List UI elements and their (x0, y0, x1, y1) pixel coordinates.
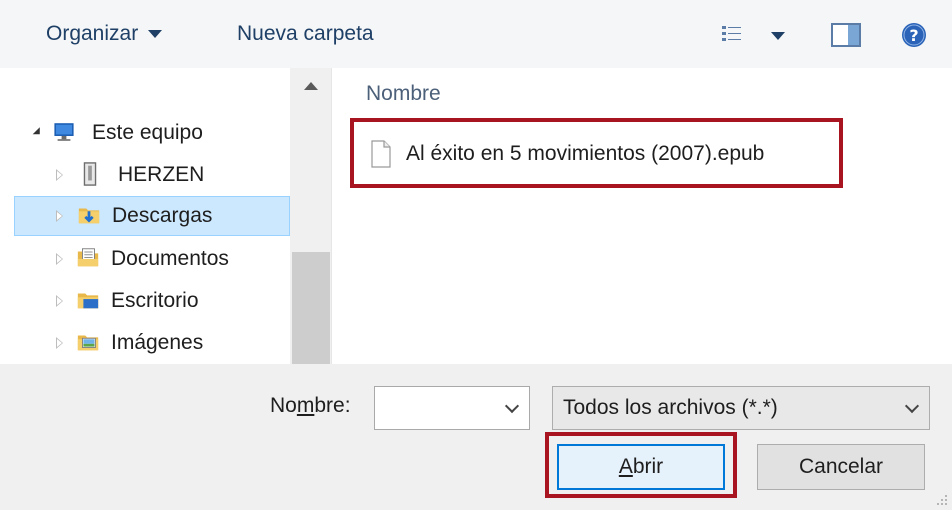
desktop-folder-icon (77, 293, 99, 309)
change-view-button[interactable] (721, 22, 791, 48)
toolbar: Organizar Nueva carpeta ? (0, 0, 952, 68)
highlight-box (545, 432, 737, 498)
nav-item-desktop[interactable]: Escritorio (0, 282, 290, 320)
preview-pane-button[interactable] (830, 22, 862, 48)
filename-input[interactable] (374, 386, 530, 430)
nav-item-documents[interactable]: Documentos (0, 240, 290, 278)
resize-grip-icon[interactable] (936, 494, 948, 506)
new-folder-label: Nueva carpeta (237, 22, 374, 45)
scrollbar-thumb[interactable] (292, 252, 330, 364)
cancel-button[interactable]: Cancelar (757, 444, 925, 490)
nav-item-herzen[interactable]: HERZEN (0, 156, 290, 194)
collapsed-arrow-icon[interactable] (56, 253, 63, 265)
scroll-up-arrow-icon[interactable] (304, 82, 318, 90)
computer-icon (54, 123, 74, 141)
help-icon: ? (902, 23, 926, 47)
drive-icon (83, 162, 97, 186)
nav-item-pictures[interactable]: Imágenes (0, 324, 290, 362)
nav-item-label: Este equipo (92, 121, 203, 144)
filetype-select[interactable]: Todos los archivos (*.*) (552, 386, 930, 430)
preview-pane-icon (831, 23, 861, 47)
chevron-down-icon (148, 30, 163, 38)
expanded-arrow-icon[interactable] (32, 127, 44, 138)
help-button[interactable]: ? (899, 20, 929, 50)
pictures-folder-icon (77, 335, 99, 351)
svg-text:?: ? (909, 26, 918, 45)
dialog-footer: Nombre: Todos los archivos (*.*) Abrir C… (0, 364, 952, 510)
filename-label-accelerator: m (296, 394, 315, 417)
highlight-box (350, 118, 843, 188)
collapsed-arrow-icon[interactable] (56, 295, 63, 307)
nav-scrollbar[interactable] (290, 68, 331, 364)
nav-item-label: Escritorio (111, 289, 199, 312)
column-header-name[interactable]: Nombre (366, 82, 441, 106)
filename-label-part: No (270, 394, 297, 417)
file-list-pane: Nombre Al éxito en 5 movimientos (2007).… (332, 68, 952, 364)
chevron-down-icon (904, 398, 920, 414)
organize-button[interactable]: Organizar (46, 0, 163, 68)
filename-label-part: bre: (314, 394, 351, 417)
organize-label: Organizar (46, 22, 139, 45)
chevron-down-icon (771, 32, 785, 40)
cancel-label: Cancelar (798, 455, 884, 478)
collapsed-arrow-icon[interactable] (56, 337, 63, 349)
nav-item-downloads[interactable]: Descargas (14, 196, 290, 236)
details-view-icon (722, 26, 741, 41)
nav-item-label: Documentos (111, 247, 229, 270)
chevron-down-icon[interactable] (504, 398, 520, 414)
downloads-folder-icon (78, 208, 100, 224)
nav-item-label: Imágenes (111, 331, 204, 354)
collapsed-arrow-icon[interactable] (56, 210, 63, 222)
new-folder-button[interactable]: Nueva carpeta (237, 0, 374, 68)
filetype-value: Todos los archivos (*.*) (563, 396, 778, 419)
collapsed-arrow-icon[interactable] (56, 169, 63, 181)
navigation-pane: Este equipo HERZEN Descargas Documentos (0, 68, 332, 364)
filename-label: Nombre: (270, 394, 351, 418)
nav-item-label: Descargas (112, 204, 213, 227)
nav-item-label: HERZEN (118, 163, 205, 186)
nav-item-this-pc[interactable]: Este equipo (0, 114, 290, 152)
documents-folder-icon (77, 248, 99, 267)
